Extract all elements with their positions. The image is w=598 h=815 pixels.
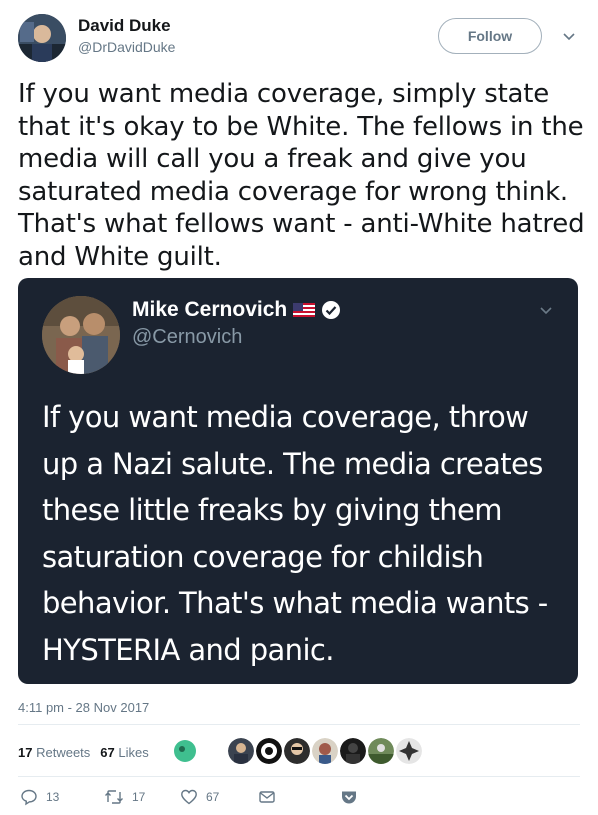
pocket-icon (342, 791, 356, 804)
chevron-down-icon[interactable] (561, 28, 577, 44)
engagement-stats: 17 Retweets 67 Likes (18, 745, 149, 760)
liker-avatar[interactable] (284, 738, 310, 764)
tweet-timestamp[interactable]: 4:11 pm - 28 Nov 2017 (18, 700, 149, 715)
author-display-name[interactable]: David Duke (78, 16, 171, 36)
reply-count: 13 (46, 790, 60, 804)
retweet-icon (105, 790, 123, 804)
quoted-tweet-card[interactable]: Mike Cernovich @Cernovich If you want me… (18, 278, 578, 684)
quoted-display-name: Mike Cernovich (132, 298, 288, 321)
us-flag-icon (293, 303, 316, 317)
chevron-down-icon[interactable] (538, 302, 554, 318)
tweet-actions: 13 17 67 (18, 788, 580, 810)
verified-badge-icon (322, 301, 341, 319)
envelope-icon (259, 791, 275, 803)
author-avatar[interactable] (18, 14, 66, 62)
retweets-count: 17 (18, 745, 33, 760)
liker-avatars (172, 738, 422, 766)
retweets-stat[interactable]: 17 Retweets (18, 745, 90, 760)
author-handle[interactable]: @DrDavidDuke (78, 39, 175, 55)
tweet-header: David Duke @DrDavidDuke Follow (18, 14, 580, 64)
direct-message-action[interactable] (258, 788, 276, 806)
likes-count: 67 (100, 745, 115, 760)
quoted-author-avatar[interactable] (42, 296, 120, 374)
liker-avatar[interactable] (340, 738, 366, 764)
follow-button[interactable]: Follow (438, 18, 542, 54)
retweet-action[interactable]: 17 (104, 788, 145, 806)
retweet-count: 17 (132, 790, 146, 804)
reply-action[interactable]: 13 (20, 788, 59, 806)
quoted-tweet-text: If you want media coverage, throw up a N… (42, 400, 548, 667)
liker-avatar[interactable] (368, 738, 394, 764)
quoted-author-handle[interactable]: @Cernovich (132, 326, 242, 349)
liker-avatar[interactable] (256, 738, 282, 764)
liker-avatar[interactable] (396, 738, 422, 764)
more-options-action[interactable] (340, 788, 358, 806)
tweet-text: If you want media coverage, simply state… (18, 79, 585, 272)
reply-icon (21, 789, 37, 806)
divider (18, 776, 580, 777)
liker-avatar[interactable] (312, 738, 338, 764)
likes-stat[interactable]: 67 Likes (100, 745, 148, 760)
quoted-author-name[interactable]: Mike Cernovich (132, 298, 341, 322)
retweets-label: Retweets (36, 745, 91, 760)
divider (18, 724, 580, 725)
like-action[interactable]: 67 (180, 788, 219, 806)
heart-icon (181, 789, 197, 805)
like-count: 67 (206, 790, 220, 804)
liker-avatar[interactable] (172, 738, 198, 764)
likes-label: Likes (118, 745, 149, 760)
liker-avatar[interactable] (228, 738, 254, 764)
liker-spacer (200, 738, 226, 764)
